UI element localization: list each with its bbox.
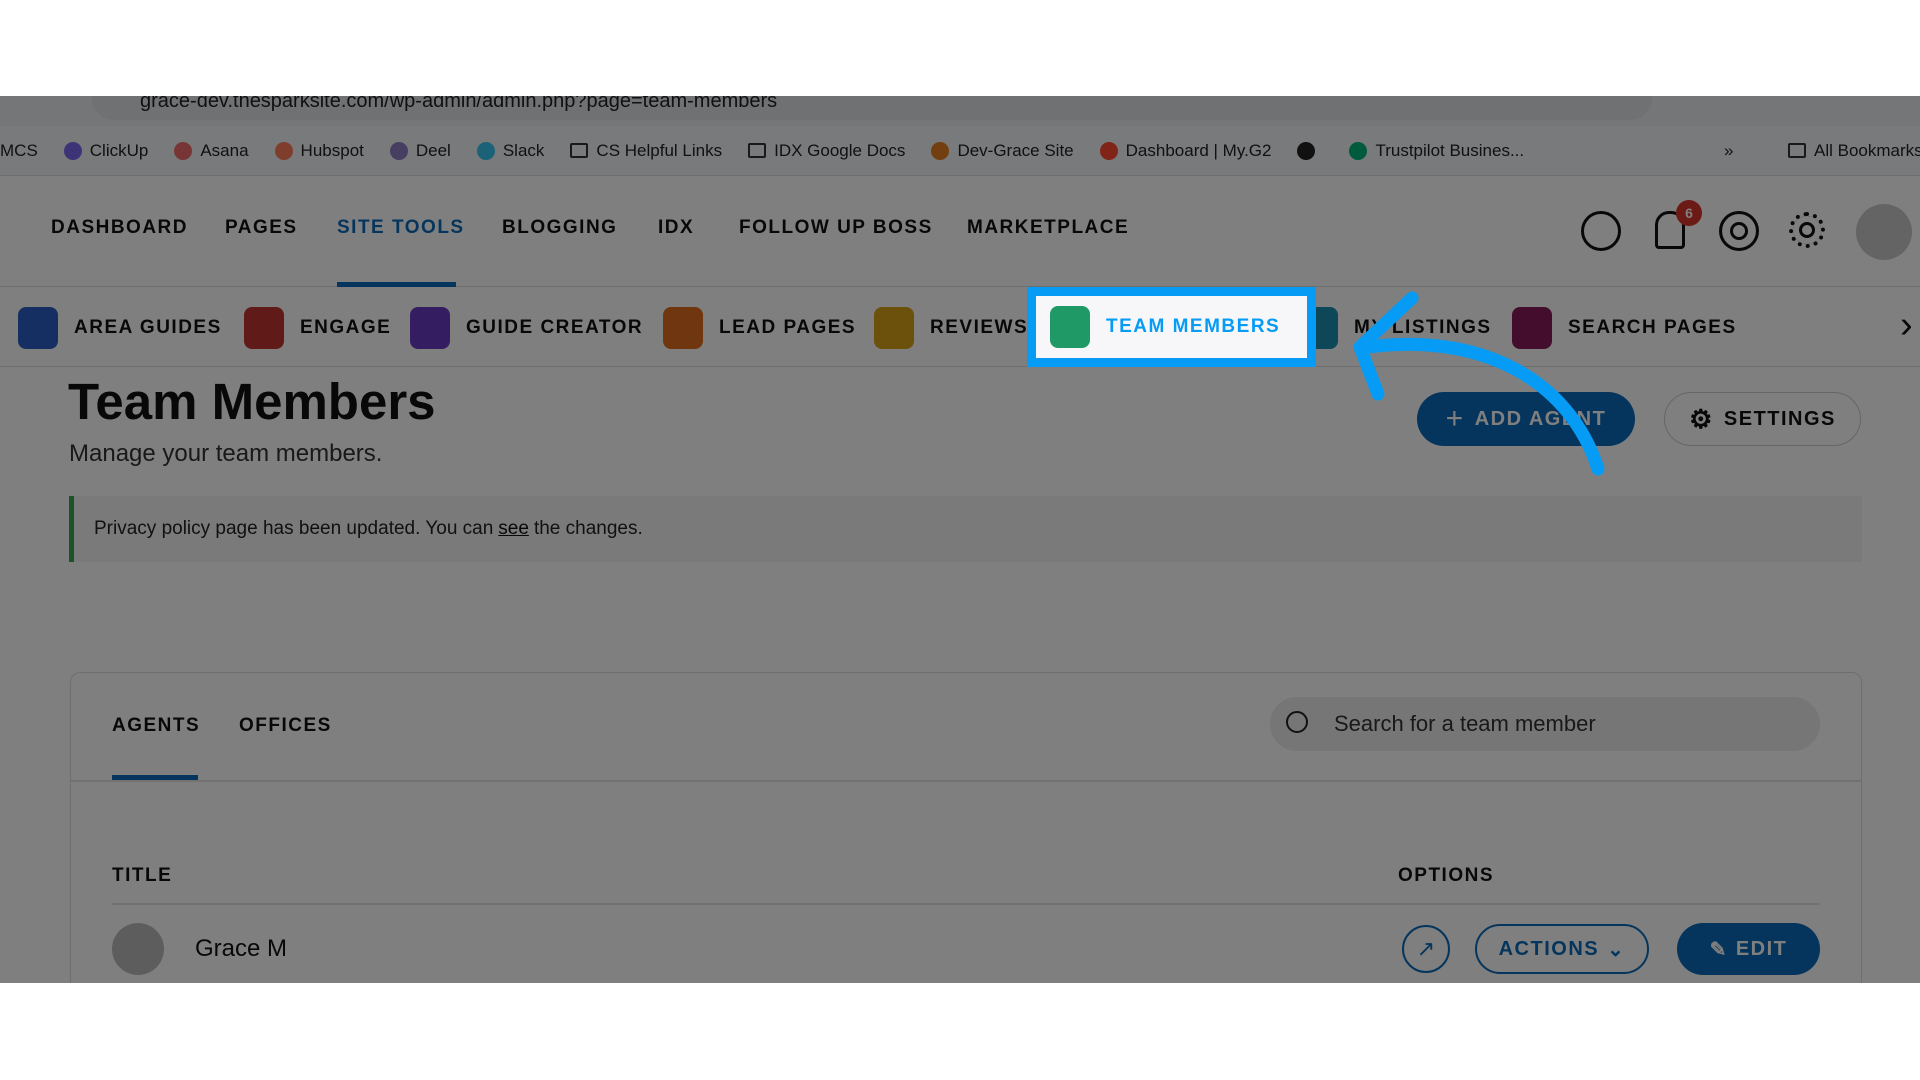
annotation-arrow <box>1353 291 1605 476</box>
arrow-curve <box>1355 337 1605 476</box>
